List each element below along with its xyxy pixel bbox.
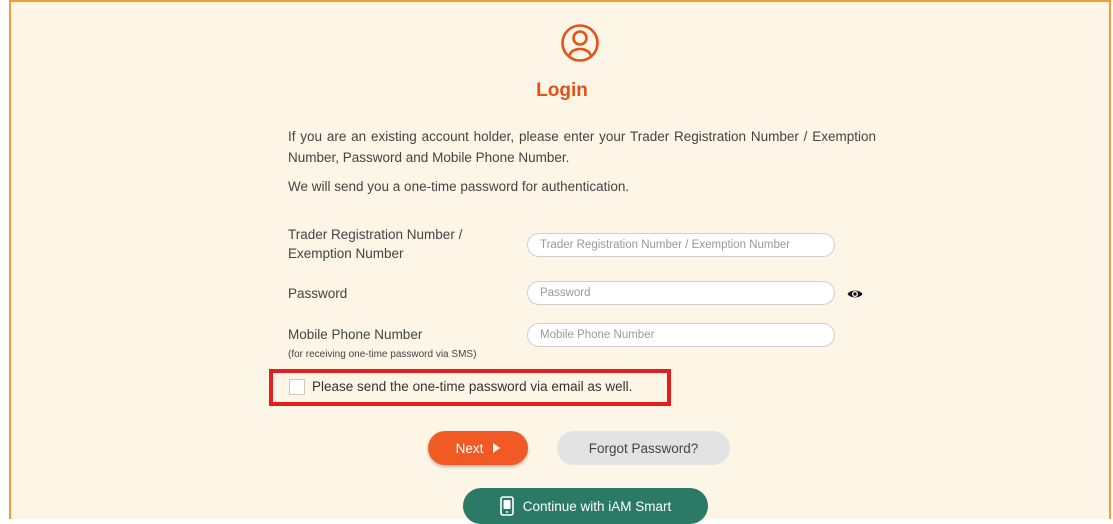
mobile-sublabel: (for receiving one-time password via SMS…	[288, 349, 477, 360]
forgot-password-button[interactable]: Forgot Password?	[557, 431, 730, 465]
trn-label-line1: Trader Registration Number /	[288, 227, 463, 242]
mobile-input[interactable]	[527, 323, 835, 347]
mobile-label: Mobile Phone Number	[288, 327, 423, 342]
next-button[interactable]: Next	[428, 431, 528, 465]
email-otp-label[interactable]: Please send the one-time password via em…	[312, 379, 632, 394]
page-title: Login	[536, 80, 588, 101]
eye-icon[interactable]	[847, 288, 863, 300]
iam-smart-label: Continue with iAM Smart	[522, 498, 672, 514]
user-circle-icon	[561, 24, 599, 62]
trn-input[interactable]	[527, 233, 835, 257]
iam-smart-icon	[499, 496, 514, 516]
otp-notice-text: We will send you a one-time password for…	[288, 179, 630, 194]
intro-text: If you are an existing account holder, p…	[288, 129, 876, 165]
password-label: Password	[288, 286, 348, 301]
trn-label: Trader Registration Number / Exemption N…	[288, 225, 462, 263]
email-otp-checkbox[interactable]	[289, 379, 305, 395]
next-button-label: Next	[455, 440, 484, 456]
login-panel: Login If you are an existing account hol…	[9, 0, 1111, 524]
trn-label-line2: Exemption Number	[288, 246, 404, 261]
play-arrow-icon	[493, 443, 501, 453]
forgot-password-label: Forgot Password?	[588, 440, 699, 456]
password-input[interactable]	[527, 281, 835, 305]
